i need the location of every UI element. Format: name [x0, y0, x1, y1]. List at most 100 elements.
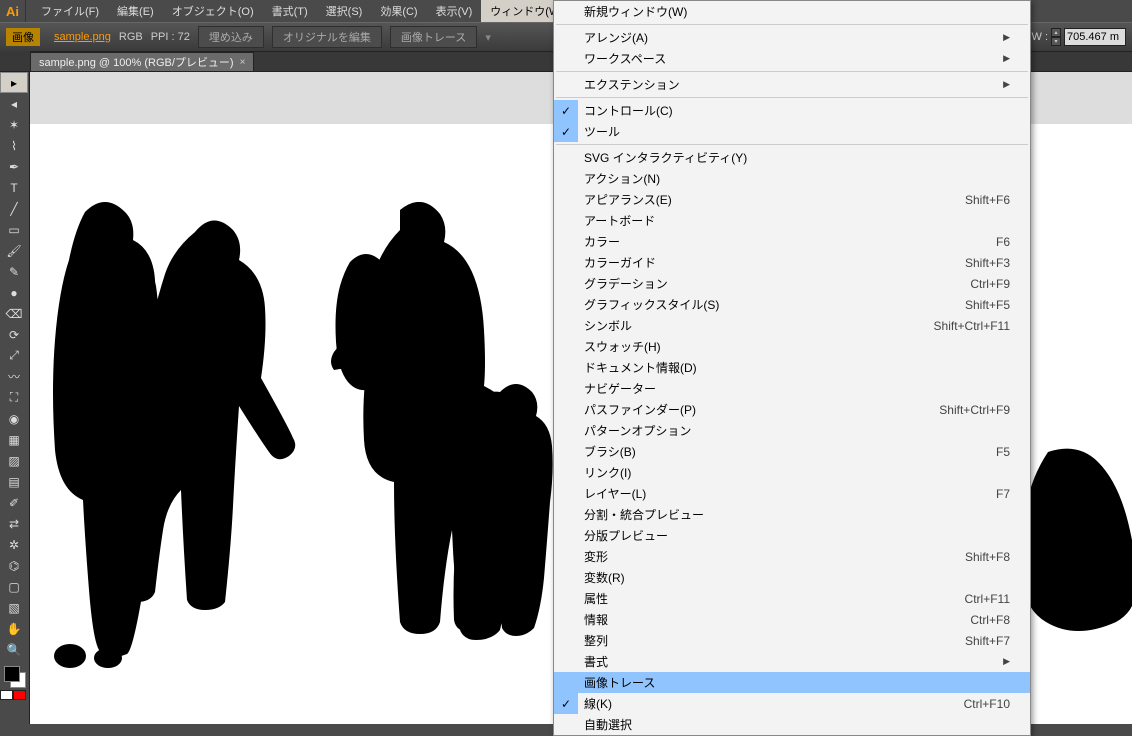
window-menu-item[interactable]: パスファインダー(P)Shift+Ctrl+F9 — [554, 399, 1030, 420]
window-menu-item[interactable]: カラーF6 — [554, 231, 1030, 252]
window-menu-item[interactable]: 画像トレース — [554, 672, 1030, 693]
window-menu-item[interactable]: アレンジ(A)▶ — [554, 27, 1030, 48]
window-menu-dropdown[interactable]: 新規ウィンドウ(W) アレンジ(A)▶ワークスペース▶ エクステンション▶ ✓コントロ… — [553, 0, 1031, 736]
menu-item-label: ツール — [578, 123, 620, 140]
window-menu-item[interactable]: 分版プレビュー — [554, 525, 1030, 546]
graph-tool[interactable]: ⌬ — [0, 555, 28, 576]
zoom-tool[interactable]: 🔍 — [0, 639, 28, 660]
window-menu-item[interactable]: レイヤー(L)F7 — [554, 483, 1030, 504]
window-menu-item[interactable]: 情報Ctrl+F8 — [554, 609, 1030, 630]
menu-item-label: エクステンション — [578, 76, 680, 93]
menu-edit[interactable]: 編集(E) — [108, 0, 163, 22]
menu-item-label: スウォッチ(H) — [578, 338, 661, 355]
width-field[interactable] — [1064, 28, 1126, 46]
magic-wand-tool[interactable]: ✶ — [0, 114, 28, 135]
menu-select[interactable]: 選択(S) — [317, 0, 372, 22]
menu-item-label: カラー — [578, 233, 620, 250]
selection-tool[interactable]: ▸ — [0, 72, 28, 93]
menu-item-label: 変数(R) — [578, 569, 625, 586]
window-menu-item[interactable]: 書式▶ — [554, 651, 1030, 672]
ppi-label: PPI : 72 — [151, 31, 190, 43]
menu-effect[interactable]: 効果(C) — [371, 0, 426, 22]
menu-item-shortcut: Shift+F7 — [965, 634, 1010, 648]
window-menu-item[interactable]: アピアランス(E)Shift+F6 — [554, 189, 1030, 210]
window-menu-item[interactable]: ワークスペース▶ — [554, 48, 1030, 69]
hand-tool[interactable]: ✋ — [0, 618, 28, 639]
menu-separator — [556, 97, 1028, 98]
window-menu-item[interactable]: アクション(N) — [554, 168, 1030, 189]
rotate-tool[interactable]: ⟳ — [0, 324, 28, 345]
menu-item-label: 情報 — [578, 611, 608, 628]
window-menu-item[interactable]: 分割・統合プレビュー — [554, 504, 1030, 525]
mesh-tool[interactable]: ▨ — [0, 450, 28, 471]
menu-object[interactable]: オブジェクト(O) — [163, 0, 263, 22]
gradient-tool[interactable]: ▤ — [0, 471, 28, 492]
rectangle-tool[interactable]: ▭ — [0, 219, 28, 240]
menu-view[interactable]: 表示(V) — [427, 0, 482, 22]
symbol-sprayer-tool[interactable]: ✲ — [0, 534, 28, 555]
window-menu-item[interactable]: ✓ツール — [554, 121, 1030, 142]
window-menu-item[interactable]: カラーガイドShift+F3 — [554, 252, 1030, 273]
window-menu-item[interactable]: 変数(R) — [554, 567, 1030, 588]
width-tool[interactable]: 〰 — [0, 366, 28, 387]
window-menu-item[interactable]: スウォッチ(H) — [554, 336, 1030, 357]
line-tool[interactable]: ╱ — [0, 198, 28, 219]
menu-item-label: ブラシ(B) — [578, 443, 636, 460]
color-mode-label: RGB — [119, 31, 143, 43]
window-menu-item[interactable]: 属性Ctrl+F11 — [554, 588, 1030, 609]
window-menu-item[interactable]: グラフィックスタイル(S)Shift+F5 — [554, 294, 1030, 315]
eyedropper-tool[interactable]: ✐ — [0, 492, 28, 513]
pen-tool[interactable]: ✒ — [0, 156, 28, 177]
menu-file[interactable]: ファイル(F) — [32, 0, 108, 22]
window-menu-item[interactable]: 自動選択 — [554, 714, 1030, 735]
close-icon[interactable]: × — [240, 57, 246, 68]
pencil-tool[interactable]: ✎ — [0, 261, 28, 282]
app-logo: Ai — [0, 0, 26, 22]
eraser-tool[interactable]: ⌫ — [0, 303, 28, 324]
direct-selection-tool[interactable]: ◂ — [0, 93, 28, 114]
menu-item-label: アピアランス(E) — [578, 191, 672, 208]
menu-type[interactable]: 書式(T) — [263, 0, 317, 22]
window-menu-item[interactable]: ドキュメント情報(D) — [554, 357, 1030, 378]
paintbrush-tool[interactable]: 🖌 — [0, 240, 28, 261]
perspective-tool[interactable]: ▦ — [0, 429, 28, 450]
image-trace-button[interactable]: 画像トレース — [390, 26, 477, 48]
menu-item-label: パスファインダー(P) — [578, 401, 696, 418]
window-menu-item[interactable]: エクステンション▶ — [554, 74, 1030, 95]
width-stepper[interactable]: ▴▾ — [1051, 28, 1061, 46]
ctl-mode-badge: 画像 — [6, 28, 40, 46]
blob-brush-tool[interactable]: ● — [0, 282, 28, 303]
artboard-tool[interactable]: ▢ — [0, 576, 28, 597]
window-menu-item[interactable]: 整列Shift+F7 — [554, 630, 1030, 651]
document-tab[interactable]: sample.png @ 100% (RGB/プレビュー) × — [30, 52, 254, 71]
free-transform-tool[interactable]: ⛶ — [0, 387, 28, 408]
scale-tool[interactable]: ⤢ — [0, 345, 28, 366]
fill-stroke-chip[interactable] — [4, 666, 26, 688]
window-menu-item[interactable]: アートボード — [554, 210, 1030, 231]
embed-button[interactable]: 埋め込み — [198, 26, 264, 48]
window-menu-item[interactable]: ✓線(K)Ctrl+F10 — [554, 693, 1030, 714]
blend-tool[interactable]: ⇄ — [0, 513, 28, 534]
lasso-tool[interactable]: ⌇ — [0, 135, 28, 156]
menu-item-label: パターンオプション — [578, 422, 691, 439]
window-menu-item[interactable]: パターンオプション — [554, 420, 1030, 441]
menu-item-label: 画像トレース — [578, 674, 655, 691]
window-menu-item[interactable]: SVG インタラクティビティ(Y) — [554, 147, 1030, 168]
screen-mode-toggle[interactable] — [0, 690, 29, 700]
window-menu-item[interactable]: リンク(I) — [554, 462, 1030, 483]
edit-original-button[interactable]: オリジナルを編集 — [272, 26, 382, 48]
menu-item-label: 線(K) — [578, 695, 612, 712]
shape-builder-tool[interactable]: ◉ — [0, 408, 28, 429]
window-menu-item[interactable]: ブラシ(B)F5 — [554, 441, 1030, 462]
window-menu-item[interactable]: グラデーションCtrl+F9 — [554, 273, 1030, 294]
menu-item-label: 属性 — [578, 590, 608, 607]
slice-tool[interactable]: ▧ — [0, 597, 28, 618]
type-tool[interactable]: T — [0, 177, 28, 198]
window-menu-item[interactable]: シンボルShift+Ctrl+F11 — [554, 315, 1030, 336]
window-menu-item[interactable]: ナビゲーター — [554, 378, 1030, 399]
placed-image-silhouette — [30, 202, 590, 672]
linked-file-link[interactable]: sample.png — [54, 31, 111, 43]
window-menu-item[interactable]: 変形Shift+F8 — [554, 546, 1030, 567]
window-menu-item[interactable]: 新規ウィンドウ(W) — [554, 1, 1030, 22]
window-menu-item[interactable]: ✓コントロール(C) — [554, 100, 1030, 121]
